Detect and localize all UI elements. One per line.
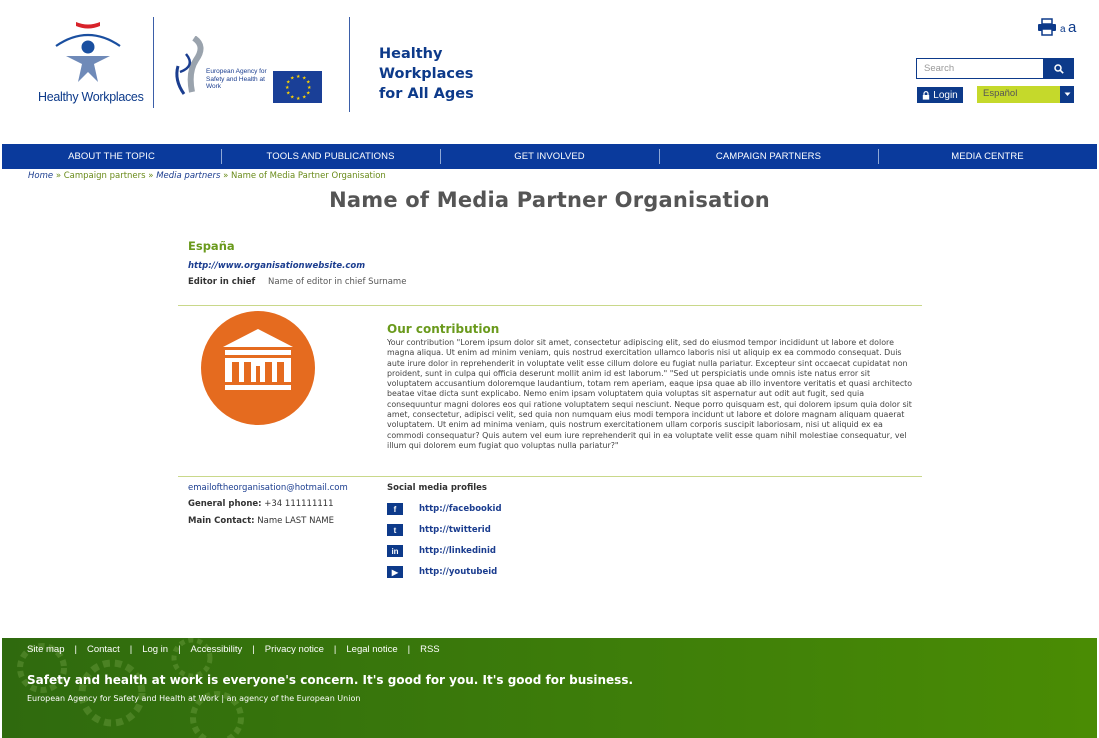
section-divider <box>178 476 922 477</box>
svg-text:★: ★ <box>290 95 295 101</box>
organisation-logo <box>201 311 315 425</box>
campaign-title-line: for All Ages <box>379 86 474 102</box>
footer-link-site-map[interactable]: Site map <box>27 644 65 655</box>
svg-text:★: ★ <box>296 96 301 102</box>
breadcrumb-media-partners-link[interactable]: Media partners <box>156 171 220 181</box>
font-size-small-button[interactable]: a <box>1060 24 1066 35</box>
login-button[interactable]: Login <box>917 87 963 103</box>
facebook-icon[interactable]: f <box>387 503 403 515</box>
print-icon[interactable] <box>1037 18 1057 36</box>
breadcrumb: Home » Campaign partners » Media partner… <box>28 171 386 181</box>
eu-osha-logo-text: European Agency for Safety and Health at… <box>206 68 267 90</box>
language-select[interactable]: Español <box>977 86 1074 103</box>
footer-separator: | <box>129 644 133 655</box>
linkedin-icon[interactable]: in <box>387 545 403 557</box>
language-selected-value: Español <box>983 88 1018 99</box>
font-size-large-button[interactable]: a <box>1068 19 1076 36</box>
nav-item-get-involved[interactable]: GET INVOLVED <box>440 144 659 169</box>
header-divider <box>349 17 350 112</box>
svg-text:★: ★ <box>290 76 295 82</box>
partner-website-link[interactable]: http://www.organisationwebsite.com <box>188 261 365 271</box>
footer-separator: | <box>252 644 255 655</box>
chevron-down-icon <box>1060 86 1074 103</box>
nav-item-about-the-topic[interactable]: ABOUT THE TOPIC <box>2 144 221 169</box>
social-linkedin: in http://linkedinid <box>387 545 496 557</box>
campaign-title-line: Workplaces <box>379 66 474 82</box>
youtube-icon[interactable]: ▶ <box>387 566 403 578</box>
footer-link-rss[interactable]: RSS <box>420 644 440 655</box>
editor-in-chief-value: Name of editor in chief Surname <box>268 277 407 287</box>
editor-in-chief-label: Editor in chief <box>188 277 256 287</box>
linkedin-link[interactable]: http://linkedinid <box>419 546 496 556</box>
nav-item-tools-and-publications[interactable]: TOOLS AND PUBLICATIONS <box>221 144 440 169</box>
footer-link-privacy-notice[interactable]: Privacy notice <box>265 644 324 655</box>
footer-link-accessibility[interactable]: Accessibility <box>191 644 243 655</box>
campaign-title-line: Healthy <box>379 46 443 62</box>
nav-item-campaign-partners[interactable]: CAMPAIGN PARTNERS <box>659 144 878 169</box>
general-phone: General phone: +34 111111111 <box>188 499 334 509</box>
svg-text:★: ★ <box>285 85 290 91</box>
institution-icon <box>223 329 293 390</box>
general-phone-value: +34 111111111 <box>264 499 334 509</box>
campaign-title[interactable]: Healthy Workplaces for All Ages <box>379 44 474 104</box>
section-divider <box>178 305 922 306</box>
social-twitter: t http://twitterid <box>387 524 491 536</box>
footer-separator: | <box>178 644 181 655</box>
social-media-title: Social media profiles <box>387 483 487 493</box>
contribution-title: Our contribution <box>387 322 500 336</box>
contribution-text: Your contribution "Lorem ipsum dolor sit… <box>387 338 913 450</box>
footer-links: Site map | Contact | Log in | Accessibil… <box>27 644 440 655</box>
healthy-workplaces-logo[interactable]: Healthy Workplaces <box>38 18 144 108</box>
footer-link-contact[interactable]: Contact <box>87 644 120 655</box>
breadcrumb-campaign-partners-link[interactable]: Campaign partners <box>64 171 146 181</box>
svg-text:★: ★ <box>306 91 311 97</box>
youtube-link[interactable]: http://youtubeid <box>419 567 497 577</box>
breadcrumb-separator: » <box>148 171 154 181</box>
footer: Site map | Contact | Log in | Accessibil… <box>2 638 1097 738</box>
footer-separator: | <box>407 644 411 655</box>
footer-slogan: Safety and health at work is everyone's … <box>27 673 634 687</box>
eu-flag-icon: ★ ★ ★ ★ ★ ★ ★ ★ ★ ★ ★ ★ <box>273 71 322 103</box>
svg-text:★: ★ <box>286 91 291 97</box>
footer-separator: | <box>74 644 77 655</box>
general-phone-label: General phone: <box>188 499 262 509</box>
eu-osha-figure-icon <box>175 36 204 95</box>
search-button[interactable] <box>1044 58 1074 79</box>
header: Healthy Workplaces European Agency for S… <box>0 0 1099 144</box>
page-title: Name of Media Partner Organisation <box>329 188 770 212</box>
svg-text:★: ★ <box>296 74 301 80</box>
search-input[interactable]: Search <box>916 58 1044 79</box>
search-icon <box>1054 63 1064 74</box>
social-facebook: f http://facebookid <box>387 503 502 515</box>
twitter-link[interactable]: http://twitterid <box>419 525 491 535</box>
footer-link-legal-notice[interactable]: Legal notice <box>346 644 397 655</box>
partner-email-link[interactable]: emailoftheorganisation@hotmail.com <box>188 483 348 493</box>
partner-country: España <box>188 239 235 253</box>
breadcrumb-current: Name of Media Partner Organisation <box>231 171 386 181</box>
breadcrumb-separator: » <box>55 171 62 181</box>
main-nav: ABOUT THE TOPIC TOOLS AND PUBLICATIONS G… <box>2 144 1097 169</box>
login-label: Login <box>933 89 958 101</box>
footer-agency-text: European Agency for Safety and Health at… <box>27 694 361 703</box>
social-youtube: ▶ http://youtubeid <box>387 566 497 578</box>
header-divider <box>153 17 154 108</box>
svg-text:★: ★ <box>302 95 307 101</box>
healthy-workplaces-figure-icon <box>55 22 121 82</box>
facebook-link[interactable]: http://facebookid <box>419 504 502 514</box>
nav-item-media-centre[interactable]: MEDIA CENTRE <box>878 144 1097 169</box>
lock-icon <box>923 90 930 100</box>
healthy-workplaces-logo-text: Healthy Workplaces <box>38 90 144 104</box>
main-contact: Main Contact: Name LAST NAME <box>188 516 334 526</box>
footer-link-log-in[interactable]: Log in <box>142 644 168 655</box>
main-contact-value: Name LAST NAME <box>257 516 334 526</box>
footer-separator: | <box>333 644 337 655</box>
twitter-icon[interactable]: t <box>387 524 403 536</box>
breadcrumb-separator: » <box>223 171 229 181</box>
breadcrumb-home-link[interactable]: Home <box>28 171 53 181</box>
main-contact-label: Main Contact: <box>188 516 255 526</box>
eu-osha-logo[interactable]: European Agency for Safety and Health at… <box>172 36 332 106</box>
